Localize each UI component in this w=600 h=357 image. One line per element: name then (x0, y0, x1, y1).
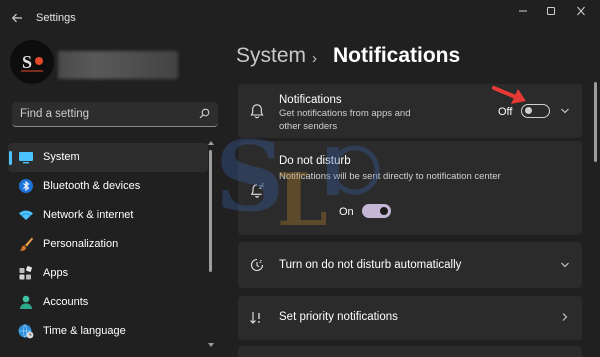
title-bar: Settings (0, 0, 600, 36)
do-not-disturb-card: z z Do not disturb Notifications will be… (238, 141, 582, 235)
sidebar-item-bluetooth[interactable]: Bluetooth & devices (8, 172, 208, 201)
breadcrumb-system[interactable]: System (236, 44, 306, 68)
person-icon (20, 295, 32, 309)
svg-text:z: z (259, 259, 262, 265)
clock-snooze-icon: z (250, 258, 264, 272)
minimize-icon (519, 10, 527, 12)
svg-text:z: z (262, 183, 265, 189)
priority-title: Set priority notifications (279, 311, 398, 323)
bell-snooze-icon: z z (250, 183, 265, 198)
toggle-knob (380, 207, 388, 215)
sidebar-nav: System Bluetooth & devices Network & int… (8, 143, 208, 346)
search-input[interactable] (12, 102, 194, 126)
annotation-arrow-icon (492, 86, 526, 104)
sidebar-item-accounts[interactable]: Accounts (8, 288, 208, 317)
active-indicator (9, 151, 12, 165)
avatar[interactable]: S (10, 40, 54, 84)
apps-icon (19, 266, 32, 280)
chevron-down-icon[interactable] (560, 107, 570, 115)
back-arrow-icon (11, 13, 22, 23)
chevron-right-icon[interactable] (561, 312, 569, 322)
breadcrumb-separator: › (312, 50, 317, 67)
sidebar-scroll-down[interactable] (208, 343, 214, 347)
notifications-title: Notifications (279, 94, 342, 106)
main-scrollbar[interactable] (594, 82, 597, 162)
do-not-disturb-toggle[interactable] (362, 204, 391, 218)
sidebar-item-label: Personalization (43, 238, 119, 250)
priority-sort-icon (250, 312, 260, 324)
close-icon (577, 6, 585, 16)
maximize-icon (547, 7, 555, 15)
app-title: Settings (36, 12, 76, 24)
maximize-button[interactable] (536, 4, 566, 18)
minimize-button[interactable] (508, 4, 538, 18)
avatar-letter: S (22, 52, 32, 72)
notifications-description: Get notifications from apps and other se… (279, 108, 411, 132)
sidebar-item-label: Accounts (43, 296, 89, 308)
do-not-disturb-description: Notifications will be sent directly to n… (279, 171, 501, 182)
sidebar-scrollbar[interactable] (209, 150, 212, 272)
sidebar-item-apps[interactable]: Apps (8, 259, 208, 288)
sidebar-item-network[interactable]: Network & internet (8, 201, 208, 230)
search-box[interactable] (12, 102, 218, 127)
notifications-toggle[interactable] (521, 104, 550, 118)
monitor-icon (19, 152, 33, 164)
priority-notifications-card[interactable]: Set priority notifications (238, 296, 582, 340)
sidebar-item-label: Apps (43, 267, 69, 279)
bluetooth-icon (19, 179, 33, 193)
do-not-disturb-toggle-state: On (339, 206, 354, 218)
sidebar-item-personalization[interactable]: Personalization (8, 230, 208, 259)
sidebar-item-label: Network & internet (43, 209, 134, 221)
search-icon[interactable] (199, 108, 210, 119)
toggle-knob (525, 107, 532, 115)
sidebar-item-time-language[interactable]: Time & language (8, 317, 208, 346)
close-button[interactable] (566, 4, 596, 18)
do-not-disturb-title: Do not disturb (279, 155, 351, 167)
bell-icon (250, 104, 264, 119)
auto-dnd-title: Turn on do not disturb automatically (279, 259, 462, 271)
sidebar-item-system[interactable]: System (8, 143, 208, 172)
sidebar-item-label: Time & language (43, 325, 126, 337)
chevron-down-icon[interactable] (560, 261, 570, 269)
auto-dnd-card[interactable]: z Turn on do not disturb automatically (238, 242, 582, 288)
notifications-card[interactable]: Notifications Get notifications from app… (238, 84, 582, 138)
page-title: Notifications (333, 44, 461, 67)
sidebar-item-label: Bluetooth & devices (43, 180, 141, 192)
brush-icon (19, 237, 33, 251)
profile-name-redacted (58, 51, 178, 79)
globe-clock-icon (18, 324, 34, 339)
next-setting-card[interactable] (238, 346, 582, 357)
back-button[interactable] (6, 8, 28, 28)
sidebar-scroll-up[interactable] (208, 141, 214, 145)
sidebar-item-label: System (43, 151, 80, 163)
wifi-icon (19, 210, 33, 220)
notifications-toggle-state: Off (498, 106, 513, 118)
